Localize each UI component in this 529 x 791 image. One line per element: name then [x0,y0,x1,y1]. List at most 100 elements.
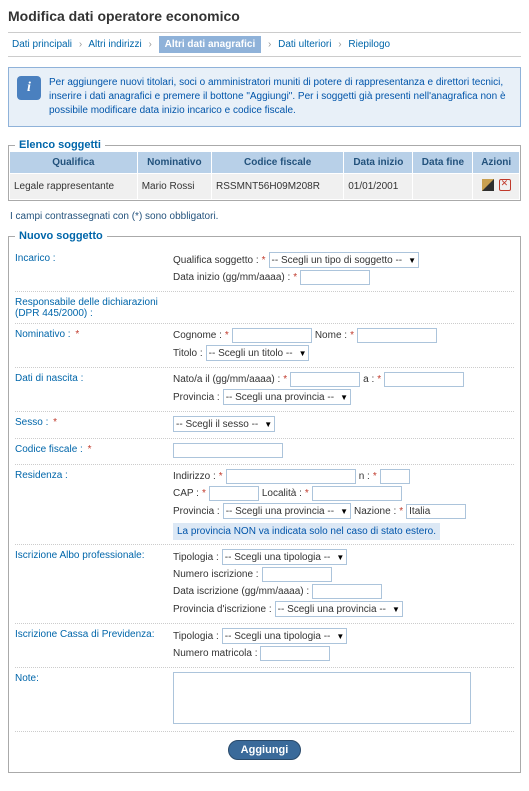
indirizzo-input[interactable] [226,469,356,484]
nome-input[interactable] [357,328,437,343]
chevron-down-icon: ▼ [336,553,344,562]
subjects-table: Qualifica Nominativo Codice fiscale Data… [9,151,520,200]
albo-numero-input[interactable] [262,567,332,582]
cell-actions [473,174,520,200]
required-icon: * [305,488,309,499]
breadcrumb-item[interactable]: Altri indirizzi [88,39,141,50]
cassa-tipologia-select[interactable]: -- Scegli una tipologia --▼ [222,628,348,644]
label-sesso: Sesso : * [15,416,173,428]
chevron-down-icon: ▼ [392,605,400,614]
provincia-hint: La provincia NON va indicata solo nel ca… [173,523,440,540]
label-responsabile: Responsabile delle dichiarazioni (DPR 44… [15,296,173,319]
chevron-right-icon: › [79,39,82,50]
label-a: a : [363,374,374,385]
sesso-select[interactable]: -- Scegli il sesso --▼ [173,416,275,432]
col-fine: Data fine [413,152,473,174]
required-icon: * [350,330,354,341]
required-icon: * [373,471,377,482]
subjects-legend: Elenco soggetti [15,139,105,151]
label-note: Note: [15,672,173,684]
cell-nominativo: Mario Rossi [137,174,211,200]
required-icon: * [293,272,297,283]
civico-input[interactable] [380,469,410,484]
label-nascita: Dati di nascita : [15,372,173,384]
luogo-nascita-input[interactable] [384,372,464,387]
cassa-matricola-input[interactable] [260,646,330,661]
chevron-right-icon: › [268,39,271,50]
label-albo-data: Data iscrizione (gg/mm/aaaa) : [173,586,309,597]
col-nominativo: Nominativo [137,152,211,174]
col-azioni: Azioni [473,152,520,174]
label-cassa-tip: Tipologia : [173,631,219,642]
albo-prov-select[interactable]: -- Scegli una provincia --▼ [275,601,403,617]
chevron-down-icon: ▼ [408,256,416,265]
required-note: I campi contrassegnati con (*) sono obbl… [10,211,521,222]
chevron-right-icon: › [149,39,152,50]
label-data-inizio: Data inizio (gg/mm/aaaa) : [173,272,290,283]
subjects-fieldset: Elenco soggetti Qualifica Nominativo Cod… [8,139,521,201]
required-icon: * [219,471,223,482]
qualifica-select[interactable]: -- Scegli un tipo di soggetto --▼ [269,252,420,268]
info-text: Per aggiungere nuovi titolari, soci o am… [49,76,512,118]
required-icon: * [377,374,381,385]
label-nominativo: Nominativo : * [15,328,173,340]
label-nome: Nome : [315,330,347,341]
label-residenza: Residenza : [15,469,173,481]
label-cap: CAP : [173,488,199,499]
label-indirizzo: Indirizzo : [173,471,216,482]
chevron-down-icon: ▼ [299,349,307,358]
label-cassa: Iscrizione Cassa di Previdenza: [15,628,173,640]
label-albo-num: Numero iscrizione : [173,569,259,580]
delete-icon[interactable] [499,179,511,191]
label-natoil: Nato/a il (gg/mm/aaaa) : [173,374,280,385]
natoil-input[interactable] [290,372,360,387]
albo-tipologia-select[interactable]: -- Scegli una tipologia --▼ [222,549,348,565]
col-qualifica: Qualifica [10,152,138,174]
cell-inizio: 01/01/2001 [344,174,413,200]
required-icon: * [262,255,266,266]
breadcrumb-item[interactable]: Dati ulteriori [278,39,331,50]
prov-res-select[interactable]: -- Scegli una provincia --▼ [223,503,351,519]
localita-input[interactable] [312,486,402,501]
label-localita: Località : [262,488,302,499]
info-box: i Per aggiungere nuovi titolari, soci o … [8,67,521,127]
albo-data-input[interactable] [312,584,382,599]
cap-input[interactable] [209,486,259,501]
label-albo-tip: Tipologia : [173,552,219,563]
chevron-down-icon: ▼ [340,507,348,516]
cell-qualifica: Legale rappresentante [10,174,138,200]
required-icon: * [399,506,403,517]
label-qualifica: Qualifica soggetto : [173,255,259,266]
breadcrumb-item-active[interactable]: Altri dati anagrafici [159,36,262,53]
chevron-down-icon: ▼ [336,632,344,641]
chevron-down-icon: ▼ [340,393,348,402]
note-textarea[interactable] [173,672,471,724]
required-icon: * [283,374,287,385]
breadcrumb-item[interactable]: Dati principali [12,39,72,50]
label-titolo: Titolo : [173,348,203,359]
info-icon: i [17,76,41,100]
label-nazione: Nazione : [354,506,396,517]
label-prov-nascita: Provincia : [173,392,220,403]
label-cassa-matr: Numero matricola : [173,648,257,659]
label-albo-prov: Provincia d'iscrizione : [173,604,272,615]
label-cognome: Cognome : [173,330,222,341]
table-row: Legale rappresentante Mario Rossi RSSMNT… [10,174,520,200]
col-cf: Codice fiscale [212,152,344,174]
cf-input[interactable] [173,443,283,458]
new-subject-legend: Nuovo soggetto [15,230,107,242]
nazione-input[interactable] [406,504,466,519]
prov-nascita-select[interactable]: -- Scegli una provincia --▼ [223,389,351,405]
edit-icon[interactable] [482,179,494,191]
label-incarico: Incarico : [15,252,173,264]
label-prov-res: Provincia : [173,506,220,517]
breadcrumb-item[interactable]: Riepilogo [348,39,390,50]
data-inizio-input[interactable] [300,270,370,285]
aggiungi-button[interactable]: Aggiungi [228,740,302,760]
breadcrumb: Dati principali › Altri indirizzi › Altr… [8,32,521,57]
required-icon: * [225,330,229,341]
cognome-input[interactable] [232,328,312,343]
titolo-select[interactable]: -- Scegli un titolo --▼ [206,345,310,361]
label-n: n : [359,471,370,482]
chevron-right-icon: › [338,39,341,50]
